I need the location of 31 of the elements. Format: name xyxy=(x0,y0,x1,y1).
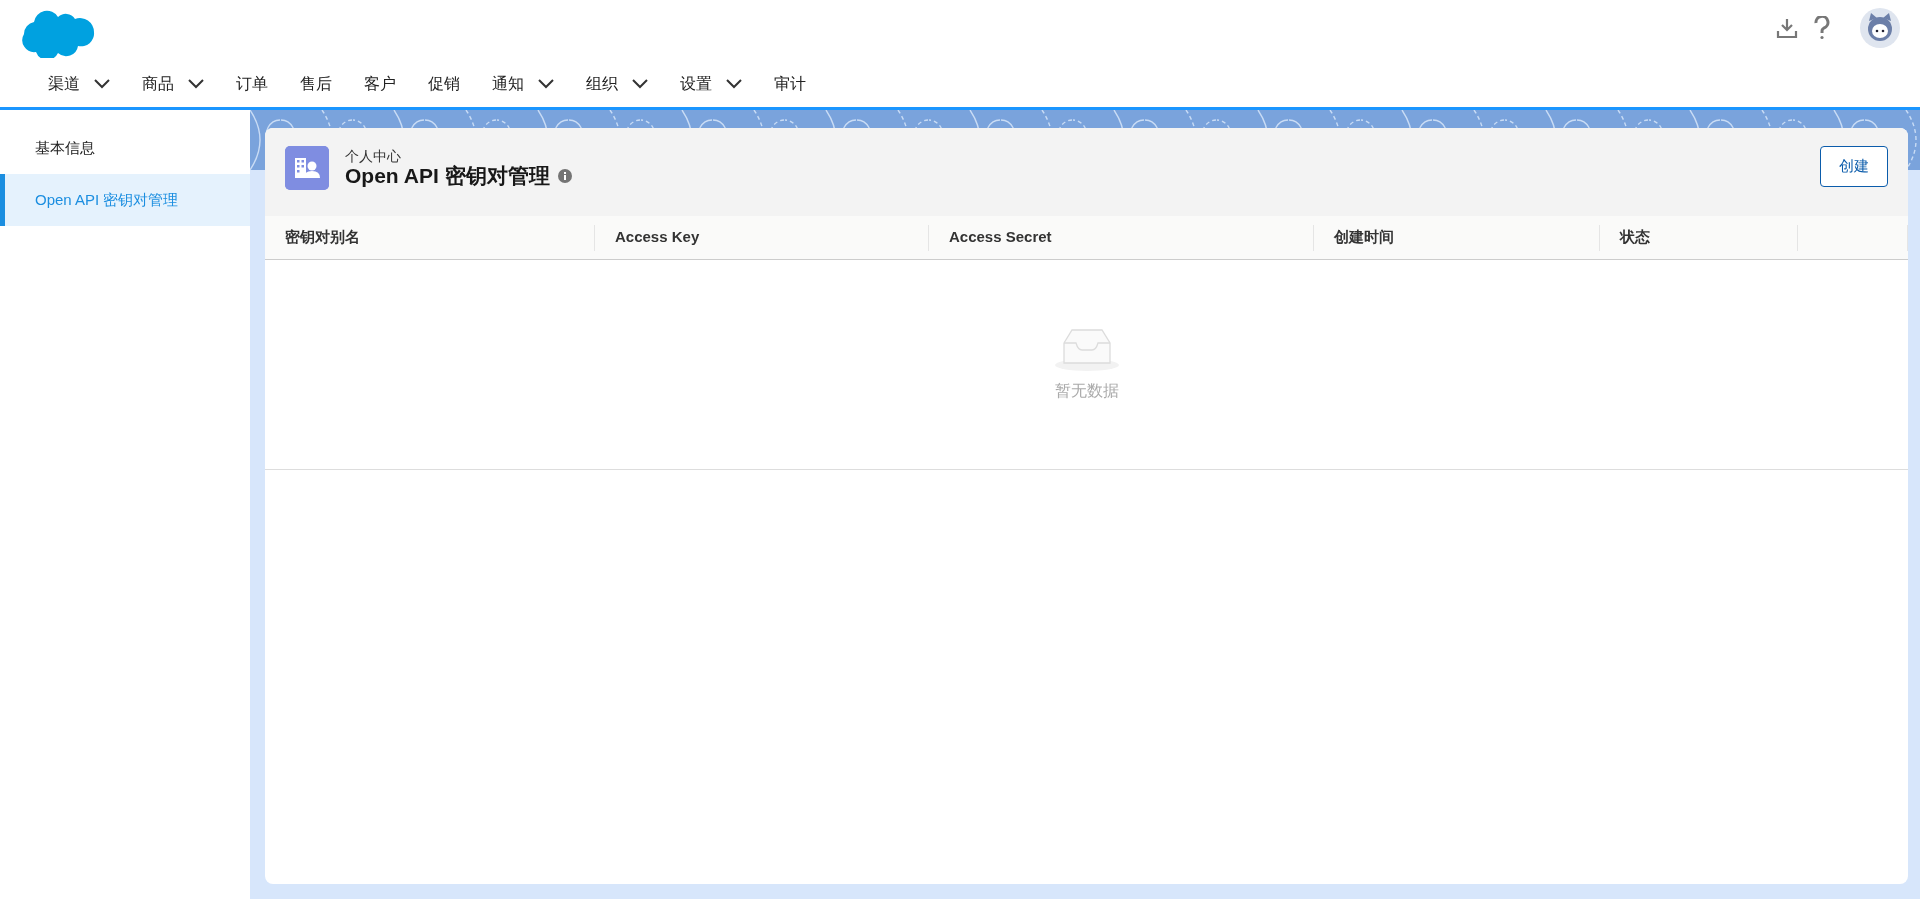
chevron-down-icon xyxy=(538,78,554,89)
column-header: Access Key xyxy=(595,224,929,251)
help-icon[interactable] xyxy=(1814,16,1830,40)
nav-menu-item[interactable]: 促销 xyxy=(412,63,476,104)
nav-menu-item[interactable]: 审计 xyxy=(758,63,822,104)
user-office-icon xyxy=(285,146,329,190)
nav-menu-item[interactable]: 客户 xyxy=(348,63,412,104)
column-header: 状态 xyxy=(1600,224,1798,251)
nav-menu-item[interactable]: 售后 xyxy=(284,63,348,104)
nav-menu-item[interactable]: 组织 xyxy=(570,63,664,104)
column-header: 密钥对别名 xyxy=(265,224,595,251)
cloud-logo[interactable] xyxy=(20,8,96,58)
nav-menu-item[interactable]: 订单 xyxy=(220,63,284,104)
chevron-down-icon xyxy=(632,78,648,89)
nav-menu-item[interactable]: 设置 xyxy=(664,63,758,104)
info-icon[interactable] xyxy=(557,168,572,183)
page-title: Open API 密钥对管理 xyxy=(345,164,550,188)
column-header: 创建时间 xyxy=(1314,224,1600,251)
chevron-down-icon xyxy=(188,78,204,89)
breadcrumb-label: 个人中心 xyxy=(345,148,402,165)
create-button[interactable]: 创建 xyxy=(1820,146,1888,187)
empty-inbox-icon xyxy=(1053,326,1120,371)
download-icon[interactable] xyxy=(1776,17,1798,39)
chevron-down-icon xyxy=(94,78,110,89)
chevron-down-icon xyxy=(726,78,742,89)
nav-menu-item[interactable]: 渠道 xyxy=(32,63,126,104)
avatar-icon[interactable] xyxy=(1860,8,1900,48)
nav-menu-item[interactable]: 商品 xyxy=(126,63,220,104)
column-header: Access Secret xyxy=(929,224,1314,251)
empty-state-text: 暂无数据 xyxy=(1054,380,1119,401)
nav-menu-item[interactable]: 通知 xyxy=(476,63,570,104)
